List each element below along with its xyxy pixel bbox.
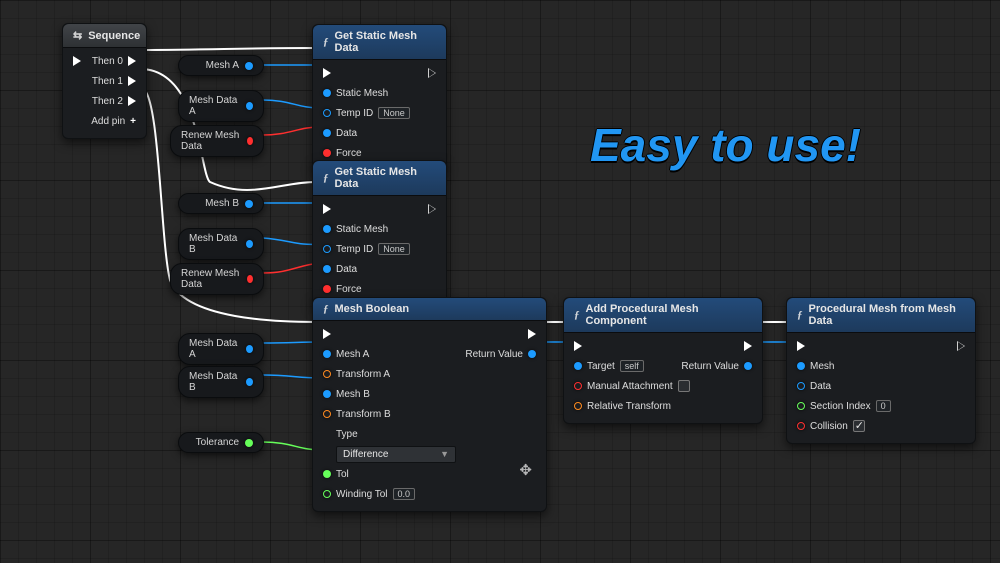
move-icon: ✥ — [519, 461, 532, 479]
var-mesh-a[interactable]: Mesh A — [178, 55, 264, 76]
var-renew-b[interactable]: Renew Mesh Data — [170, 263, 264, 295]
node-title: Sequence — [88, 30, 140, 42]
input-pin[interactable] — [323, 129, 331, 137]
node-title: Get Static Mesh Data — [335, 166, 437, 190]
exec-in-pin[interactable] — [73, 56, 81, 66]
input-pin[interactable] — [574, 362, 582, 370]
node-add-procedural-mesh[interactable]: ƒAdd Procedural Mesh Component Targetsel… — [563, 297, 763, 424]
input-pin[interactable] — [797, 362, 805, 370]
output-pin[interactable] — [246, 240, 253, 248]
input-field[interactable]: None — [378, 107, 410, 119]
input-pin[interactable] — [323, 109, 331, 117]
input-field[interactable]: 0.0 — [393, 488, 416, 500]
var-mesh-data-a-2[interactable]: Mesh Data A — [178, 333, 264, 365]
input-pin[interactable] — [323, 470, 331, 478]
input-pin[interactable] — [797, 402, 805, 410]
input-pin[interactable] — [797, 422, 805, 430]
node-get-static-mesh-a[interactable]: ƒGet Static Mesh Data Static Mesh Temp I… — [312, 24, 447, 171]
exec-out-pin[interactable] — [528, 329, 536, 339]
input-pin[interactable] — [323, 490, 331, 498]
input-field[interactable]: self — [620, 360, 644, 372]
checkbox[interactable] — [853, 420, 865, 432]
var-mesh-b[interactable]: Mesh B — [178, 193, 264, 214]
exec-in-pin[interactable] — [574, 341, 582, 351]
exec-out-pin[interactable] — [428, 204, 436, 214]
output-pin[interactable] — [245, 62, 253, 70]
function-icon: ƒ — [797, 309, 803, 321]
exec-out-pin[interactable] — [128, 96, 136, 106]
output-pin[interactable] — [245, 200, 253, 208]
output-pin[interactable] — [246, 378, 253, 386]
plus-icon[interactable]: + — [130, 116, 136, 127]
output-pin[interactable] — [246, 345, 253, 353]
input-pin[interactable] — [323, 390, 331, 398]
node-procedural-mesh-from-data[interactable]: ƒProcedural Mesh from Mesh Data Mesh Dat… — [786, 297, 976, 444]
input-pin[interactable] — [574, 402, 582, 410]
input-pin[interactable] — [323, 370, 331, 378]
promo-title: Easy to use! — [590, 118, 861, 172]
exec-in-pin[interactable] — [323, 204, 331, 214]
node-title: Mesh Boolean — [335, 303, 410, 315]
exec-out-pin[interactable] — [428, 68, 436, 78]
input-pin[interactable] — [323, 89, 331, 97]
function-icon: ƒ — [323, 36, 329, 48]
node-mesh-boolean[interactable]: ƒMesh Boolean Mesh AReturn Value Transfo… — [312, 297, 547, 512]
exec-out-pin[interactable] — [128, 56, 136, 66]
input-pin[interactable] — [323, 285, 331, 293]
branch-icon: ⇆ — [73, 29, 82, 42]
input-pin[interactable] — [323, 350, 331, 358]
output-pin[interactable] — [247, 137, 253, 145]
function-icon: ƒ — [323, 172, 329, 184]
input-field[interactable]: None — [378, 243, 410, 255]
node-title: Procedural Mesh from Mesh Data — [809, 303, 966, 327]
output-pin[interactable] — [247, 275, 253, 283]
checkbox[interactable] — [678, 380, 690, 392]
input-pin[interactable] — [323, 410, 331, 418]
exec-out-pin[interactable] — [957, 341, 965, 351]
exec-in-pin[interactable] — [797, 341, 805, 351]
exec-out-pin[interactable] — [744, 341, 752, 351]
output-pin[interactable] — [245, 439, 253, 447]
exec-out-pin[interactable] — [128, 76, 136, 86]
var-mesh-data-b-2[interactable]: Mesh Data B — [178, 366, 264, 398]
node-sequence[interactable]: ⇆Sequence Then 0 Then 1 Then 2 Add pin+ — [62, 23, 147, 139]
input-field[interactable]: 0 — [876, 400, 891, 412]
exec-in-pin[interactable] — [323, 68, 331, 78]
output-pin[interactable] — [528, 350, 536, 358]
node-title: Add Procedural Mesh Component — [586, 303, 753, 327]
exec-in-pin[interactable] — [323, 329, 331, 339]
input-pin[interactable] — [797, 382, 805, 390]
input-pin[interactable] — [323, 149, 331, 157]
var-renew-a[interactable]: Renew Mesh Data — [170, 125, 264, 157]
node-get-static-mesh-b[interactable]: ƒGet Static Mesh Data Static Mesh Temp I… — [312, 160, 447, 307]
function-icon: ƒ — [574, 309, 580, 321]
var-tolerance[interactable]: Tolerance — [178, 432, 264, 453]
input-pin[interactable] — [574, 382, 582, 390]
chevron-down-icon: ▼ — [440, 449, 449, 459]
var-mesh-data-b[interactable]: Mesh Data B — [178, 228, 264, 260]
function-icon: ƒ — [323, 303, 329, 315]
output-pin[interactable] — [744, 362, 752, 370]
type-select[interactable]: Difference▼ — [336, 446, 456, 463]
input-pin[interactable] — [323, 245, 331, 253]
node-title: Get Static Mesh Data — [335, 30, 437, 54]
var-mesh-data-a[interactable]: Mesh Data A — [178, 90, 264, 122]
input-pin[interactable] — [323, 265, 331, 273]
input-pin[interactable] — [323, 225, 331, 233]
output-pin[interactable] — [246, 102, 253, 110]
